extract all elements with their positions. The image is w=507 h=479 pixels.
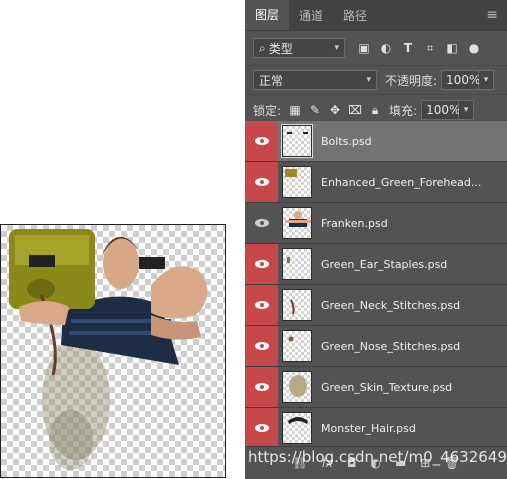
visibility-eye-icon[interactable] <box>245 121 278 161</box>
layer-thumbnail <box>282 166 312 198</box>
lock-label: 锁定: <box>253 103 282 118</box>
fill-field[interactable]: 100% <box>421 100 461 120</box>
layer-name: Bolts.psd <box>321 134 372 148</box>
lock-position-icon[interactable]: ✥ <box>325 103 345 117</box>
tab-layers[interactable]: 图层 <box>245 0 290 30</box>
blend-row: 正常 ▾ 不透明度: 100% ▾ <box>245 66 507 95</box>
document-canvas[interactable] <box>0 224 226 478</box>
opacity-dropdown[interactable]: ▾ <box>479 70 495 90</box>
layer-name: Green_Neck_Stitches.psd <box>321 298 461 312</box>
lock-artboard-icon[interactable]: ⌧ <box>345 103 365 117</box>
fill-label: 填充: <box>389 103 418 118</box>
lock-all-icon[interactable]: 🔒︎ <box>365 103 385 118</box>
filter-toggle-icon[interactable]: ● <box>463 41 485 56</box>
visibility-eye-icon[interactable] <box>245 326 278 366</box>
layer-filter-row: ⌕ 类型 ▾ ▣ ◐ T ⌗ ◧ ● <box>245 31 507 66</box>
layer-thumbnail <box>282 207 312 239</box>
chevron-down-icon: ▾ <box>334 43 339 53</box>
layer-thumbnail <box>282 371 312 403</box>
panel-tabs: 图层 通道 路径 ≡ <box>245 0 507 31</box>
layer-name: Monster_Hair.psd <box>321 421 416 435</box>
composite-image <box>9 229 208 470</box>
opacity-field[interactable]: 100% <box>441 70 481 90</box>
layer-row-nose-stitches[interactable]: Green_Nose_Stitches.psd <box>245 326 507 367</box>
lock-pixels-icon[interactable]: ✎ <box>305 103 325 117</box>
blend-mode-select[interactable]: 正常 ▾ <box>253 70 377 90</box>
layer-thumbnail <box>282 289 312 321</box>
search-icon: ⌕ <box>259 40 266 55</box>
visibility-eye-icon[interactable] <box>245 244 278 284</box>
tab-channels[interactable]: 通道 <box>289 0 333 30</box>
blend-mode-value: 正常 <box>259 73 284 88</box>
layer-row-ear-staples[interactable]: Green_Ear_Staples.psd <box>245 244 507 285</box>
layer-row-enhanced-forehead[interactable]: Enhanced_Green_Forehead... <box>245 162 507 203</box>
fill-dropdown[interactable]: ▾ <box>459 100 475 120</box>
layer-row-skin-texture[interactable]: Green_Skin_Texture.psd <box>245 367 507 408</box>
layer-row-franken[interactable]: Franken.psd <box>245 203 507 244</box>
visibility-eye-icon[interactable] <box>245 408 278 448</box>
filter-kind-label: 类型 <box>268 41 293 56</box>
type-filter-icon[interactable]: T <box>397 41 419 56</box>
layers-panel: 图层 通道 路径 ≡ ⌕ 类型 ▾ ▣ ◐ T ⌗ ◧ ● 正常 ▾ 不透明度:… <box>245 0 507 479</box>
watermark: https://blog.csdn.net/m0_46326495 <box>248 448 507 466</box>
visibility-eye-icon[interactable] <box>245 162 278 202</box>
visibility-eye-icon[interactable] <box>245 203 278 243</box>
layer-thumbnail <box>282 330 312 362</box>
opacity-label: 不透明度: <box>385 73 438 88</box>
opacity-value: 100% <box>446 73 481 87</box>
layer-list: Bolts.psd Enhanced_Green_Forehead... Fra… <box>245 121 507 449</box>
lock-transparent-icon[interactable]: ▦ <box>285 103 305 117</box>
adjustment-filter-icon[interactable]: ◐ <box>375 41 397 56</box>
panel-menu-icon[interactable]: ≡ <box>477 0 507 30</box>
layer-name: Green_Skin_Texture.psd <box>321 380 453 394</box>
layer-thumbnail <box>281 124 313 158</box>
layer-name: Enhanced_Green_Forehead... <box>321 175 482 189</box>
layer-name: Green_Nose_Stitches.psd <box>321 339 461 353</box>
visibility-eye-icon[interactable] <box>245 367 278 407</box>
layer-name: Franken.psd <box>321 216 388 230</box>
shape-filter-icon[interactable]: ⌗ <box>419 41 441 56</box>
tab-paths[interactable]: 路径 <box>333 0 377 30</box>
visibility-eye-icon[interactable] <box>245 285 278 325</box>
filter-kind-select[interactable]: ⌕ 类型 ▾ <box>253 38 345 58</box>
layer-name: Green_Ear_Staples.psd <box>321 257 448 271</box>
chevron-down-icon: ▾ <box>366 75 371 85</box>
layer-thumbnail <box>282 412 312 444</box>
smart-object-filter-icon[interactable]: ◧ <box>441 41 463 56</box>
image-filter-icon[interactable]: ▣ <box>353 41 375 56</box>
layer-row-bolts[interactable]: Bolts.psd <box>245 121 507 162</box>
layer-row-monster-hair[interactable]: Monster_Hair.psd <box>245 408 507 449</box>
layer-thumbnail <box>282 248 312 280</box>
fill-value: 100% <box>426 103 461 117</box>
layer-row-neck-stitches[interactable]: Green_Neck_Stitches.psd <box>245 285 507 326</box>
